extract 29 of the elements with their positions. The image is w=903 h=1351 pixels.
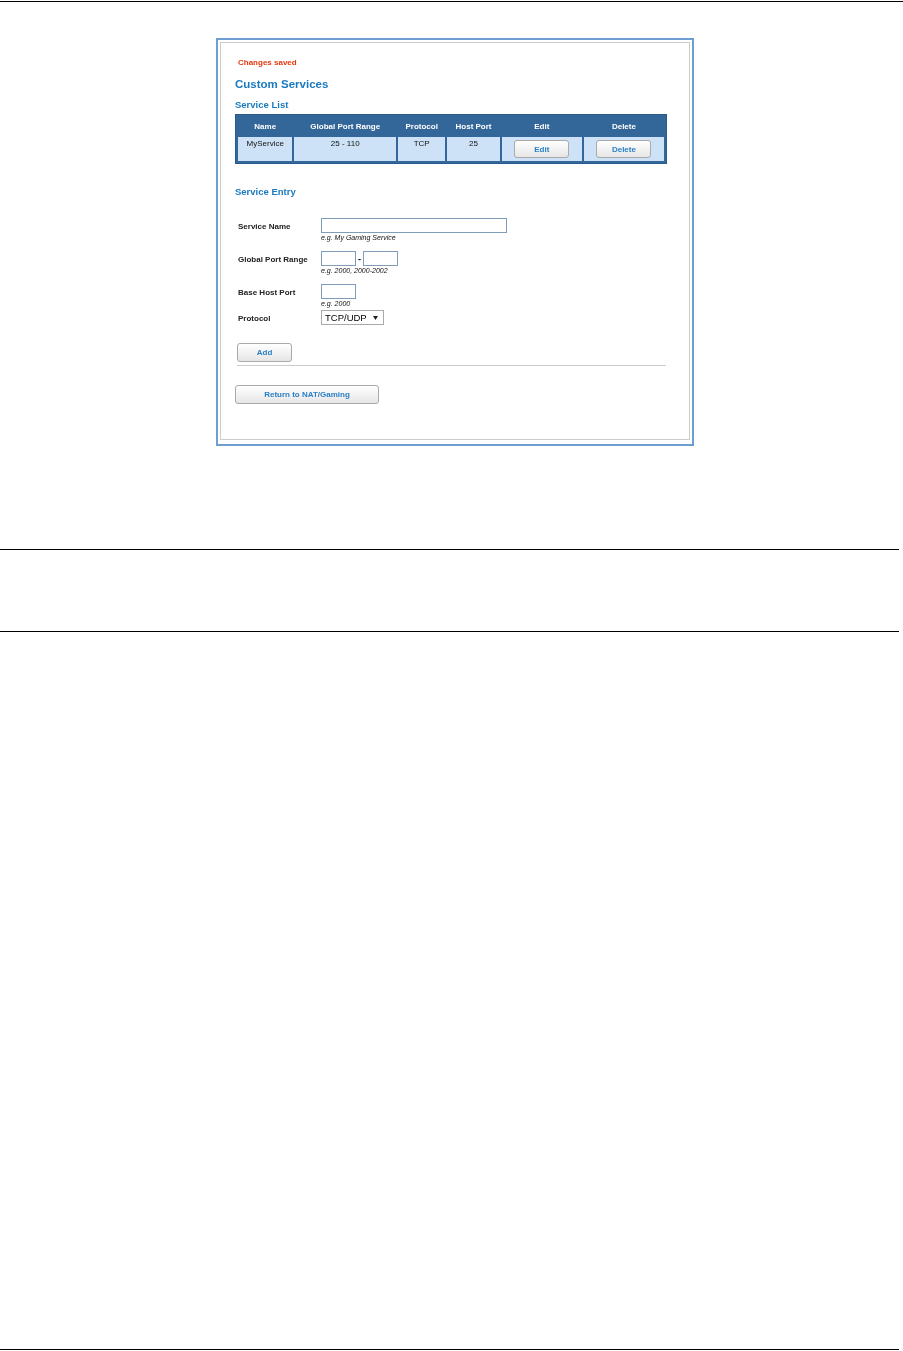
- section-heading: Service Entry: [235, 186, 297, 198]
- table-cell: TCP: [398, 137, 446, 161]
- null[interactable]: Edit: [514, 140, 570, 158]
- column-header: Protocol: [404, 120, 439, 133]
- caret-icon: [372, 315, 378, 320]
- column-header: Edit: [533, 120, 551, 133]
- table-cell: MyService: [238, 137, 293, 161]
- table-cell: 25 - 110: [294, 137, 397, 161]
- input-field[interactable]: [321, 251, 356, 266]
- null[interactable]: Return to NAT/Gaming: [235, 385, 379, 404]
- protocol-dropdown[interactable]: TCP/UDP: [321, 310, 384, 325]
- column-header: Global Port Range: [309, 120, 382, 133]
- null[interactable]: Delete: [596, 140, 652, 158]
- field-label: Protocol: [237, 313, 272, 323]
- status-message: Changes saved: [238, 58, 298, 68]
- input-field[interactable]: [363, 251, 398, 266]
- section-heading: Service List: [235, 99, 290, 111]
- field-label: Service Name: [237, 221, 292, 231]
- column-header: Name: [253, 120, 278, 133]
- field-label: Base Host Port: [237, 287, 297, 297]
- null[interactable]: Add: [237, 343, 292, 362]
- field-label: Global Port Range: [237, 254, 309, 264]
- input-field[interactable]: [321, 218, 507, 233]
- input-field[interactable]: [321, 284, 356, 299]
- column-header: Delete: [610, 120, 637, 133]
- range-separator: -: [358, 253, 361, 264]
- page-title: Custom Services: [235, 78, 330, 92]
- column-header: Host Port: [454, 120, 493, 133]
- table-cell: 25: [447, 137, 500, 161]
